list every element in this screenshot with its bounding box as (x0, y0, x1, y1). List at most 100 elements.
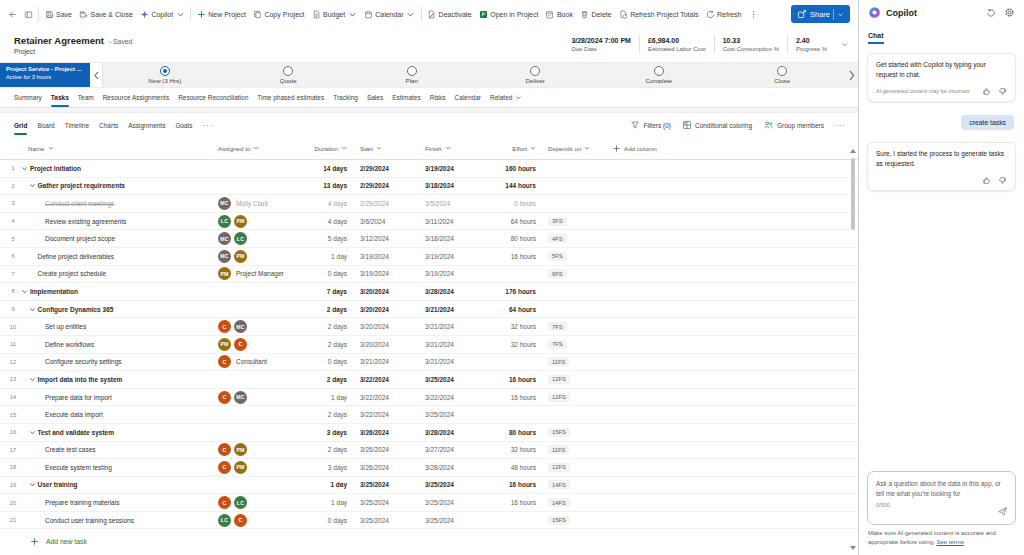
duration-cell[interactable]: 2 days (260, 406, 347, 423)
view-tabs-more[interactable]: ··· (202, 121, 213, 130)
task-name-cell[interactable]: Execute data import (36, 406, 103, 423)
column-finish[interactable]: Finish (425, 137, 451, 159)
assigned-to-cell[interactable]: CPM (218, 442, 247, 459)
collapse-caret-icon[interactable] (29, 182, 36, 189)
task-name-cell[interactable]: Configure Dynamics 365 (29, 301, 114, 318)
duration-cell[interactable]: 2 days (260, 442, 347, 459)
tab-sales[interactable]: Sales (367, 88, 383, 107)
grid-scrollbar[interactable] (849, 146, 857, 553)
view-tab-goals[interactable]: Goals (175, 113, 192, 137)
task-row[interactable]: 14Prepare data for importCMC1 day3/22/20… (0, 389, 858, 407)
tab-tracking[interactable]: Tracking (333, 88, 358, 107)
start-cell[interactable]: 3/26/2024 (360, 424, 389, 441)
effort-cell[interactable]: 160 hours (450, 160, 536, 177)
effort-cell[interactable]: 16 hours (450, 494, 536, 511)
effort-cell[interactable] (450, 266, 536, 283)
filters-button[interactable]: Filters (0) (630, 120, 670, 130)
depends-on-cell[interactable]: 3FS (548, 213, 567, 230)
thumbs-up-icon[interactable] (982, 176, 991, 185)
duration-cell[interactable]: 1 day (260, 477, 347, 494)
collapse-caret-icon[interactable] (21, 165, 28, 172)
task-row[interactable]: 7Create project schedulePMProject Manage… (0, 266, 858, 284)
tab-calendar[interactable]: Calendar (455, 88, 481, 107)
header-stats-chevron[interactable] (841, 41, 848, 48)
bpf-stage-new[interactable]: New (3 Hrs) (103, 63, 227, 87)
start-cell[interactable]: 3/20/2024 (360, 283, 389, 300)
task-name-cell[interactable]: Prepare data for import (36, 389, 112, 406)
duration-cell[interactable]: 0 days (260, 354, 347, 371)
task-row[interactable]: 10Set up entitiesCMC2 days3/20/20243/21/… (0, 318, 858, 336)
depends-on-cell[interactable]: 12FS (548, 459, 570, 476)
finish-cell[interactable]: 3/5/2024 (425, 195, 450, 212)
task-name-cell[interactable]: Execute system testing (36, 459, 112, 476)
book-button[interactable]: Book (542, 3, 576, 25)
thumbs-down-icon[interactable] (998, 176, 1007, 185)
task-row[interactable]: 4Review existing agreementsLCPM4 days3/6… (0, 213, 858, 231)
collapse-caret-icon[interactable] (29, 306, 36, 313)
effort-cell[interactable]: 64 hours (450, 213, 536, 230)
more-commands-button[interactable] (745, 3, 761, 25)
task-row[interactable]: 18Execute system testingCPM3 days3/26/20… (0, 459, 858, 477)
assigned-to-cell[interactable]: CLC (218, 494, 247, 511)
thumbs-up-icon[interactable] (982, 87, 991, 96)
assigned-to-cell[interactable]: LCC (218, 512, 247, 529)
tab-time-phased-estimates[interactable]: Time phased estimates (257, 88, 324, 107)
depends-on-cell[interactable]: 15FS (548, 424, 570, 441)
start-cell[interactable]: 3/20/2024 (360, 318, 389, 335)
start-cell[interactable]: 3/25/2024 (360, 494, 389, 511)
tab-related[interactable]: Related (490, 88, 522, 107)
collapse-caret-icon[interactable] (29, 429, 36, 436)
task-row[interactable]: 12Configure security settingsCConsultant… (0, 354, 858, 372)
send-icon[interactable] (997, 506, 1008, 517)
depends-on-cell[interactable]: 14FS (548, 477, 570, 494)
duration-cell[interactable]: 2 days (260, 371, 347, 388)
duration-cell[interactable]: 1 day (260, 389, 347, 406)
bpf-process-tag[interactable]: Project Service - Project ... Active for… (0, 63, 90, 87)
task-row[interactable]: 21Conduct user training sessionsLCC0 day… (0, 512, 858, 530)
effort-cell[interactable] (450, 354, 536, 371)
duration-cell[interactable]: 0 days (260, 512, 347, 529)
task-row[interactable]: 2Gather project requirements13 days2/29/… (0, 178, 858, 196)
depends-on-cell[interactable]: 4FS (548, 230, 567, 247)
task-name-cell[interactable]: Define workflows (36, 336, 94, 353)
effort-cell[interactable]: 48 hours (450, 459, 536, 476)
effort-cell[interactable]: 16 hours (450, 389, 536, 406)
depends-on-cell[interactable]: 5FS (548, 248, 567, 265)
start-cell[interactable]: 3/21/2024 (360, 354, 389, 371)
effort-cell[interactable] (450, 406, 536, 423)
duration-cell[interactable]: 7 days (260, 283, 347, 300)
collapse-caret-icon[interactable] (29, 376, 36, 383)
scrollbar-down-arrow[interactable] (850, 546, 856, 550)
add-column-button[interactable]: Add column (612, 137, 657, 159)
start-cell[interactable]: 3/20/2024 (360, 336, 389, 353)
bpf-stage-complete[interactable]: Complete (597, 63, 721, 87)
task-row[interactable]: 16Test and validate system3 days3/26/202… (0, 424, 858, 442)
effort-cell[interactable]: 16 hours (450, 371, 536, 388)
task-name-cell[interactable]: Gather project requirements (29, 178, 125, 195)
task-row[interactable]: 1Project Initiation14 days2/29/20243/19/… (0, 160, 858, 178)
tab-estimates[interactable]: Estimates (392, 88, 421, 107)
depends-on-cell[interactable]: 15FS (548, 512, 570, 529)
start-cell[interactable]: 3/12/2024 (360, 230, 389, 247)
effort-cell[interactable] (450, 512, 536, 529)
task-name-cell[interactable]: Document project scope (36, 230, 115, 247)
tab-summary[interactable]: Summary (14, 88, 42, 107)
effort-cell[interactable]: 80 hours (450, 424, 536, 441)
effort-cell[interactable]: 32 hours (450, 442, 536, 459)
column-start[interactable]: Start (360, 137, 382, 159)
column-effort[interactable]: Effort (450, 137, 536, 159)
group-members-button[interactable]: Group members (763, 120, 824, 130)
tab-resource-reconciliation[interactable]: Resource Reconciliation (178, 88, 248, 107)
bpf-stage-plan[interactable]: Plan (350, 63, 474, 87)
tab-tasks[interactable]: Tasks (51, 88, 69, 107)
effort-cell[interactable]: 176 hours (450, 283, 536, 300)
depends-on-cell[interactable]: 7FS (548, 336, 567, 353)
bpf-stage-close[interactable]: Close (721, 63, 845, 87)
see-terms-link[interactable]: See terms (936, 539, 963, 545)
start-cell[interactable]: 3/22/2024 (360, 389, 389, 406)
bpf-stage-deliver[interactable]: Deliver (474, 63, 598, 87)
effort-cell[interactable]: 16 hours (450, 248, 536, 265)
task-row[interactable]: 8Implementation7 days3/20/20243/28/20241… (0, 283, 858, 301)
scrollbar-up-arrow[interactable] (850, 149, 856, 153)
duration-cell[interactable]: 5 days (260, 230, 347, 247)
